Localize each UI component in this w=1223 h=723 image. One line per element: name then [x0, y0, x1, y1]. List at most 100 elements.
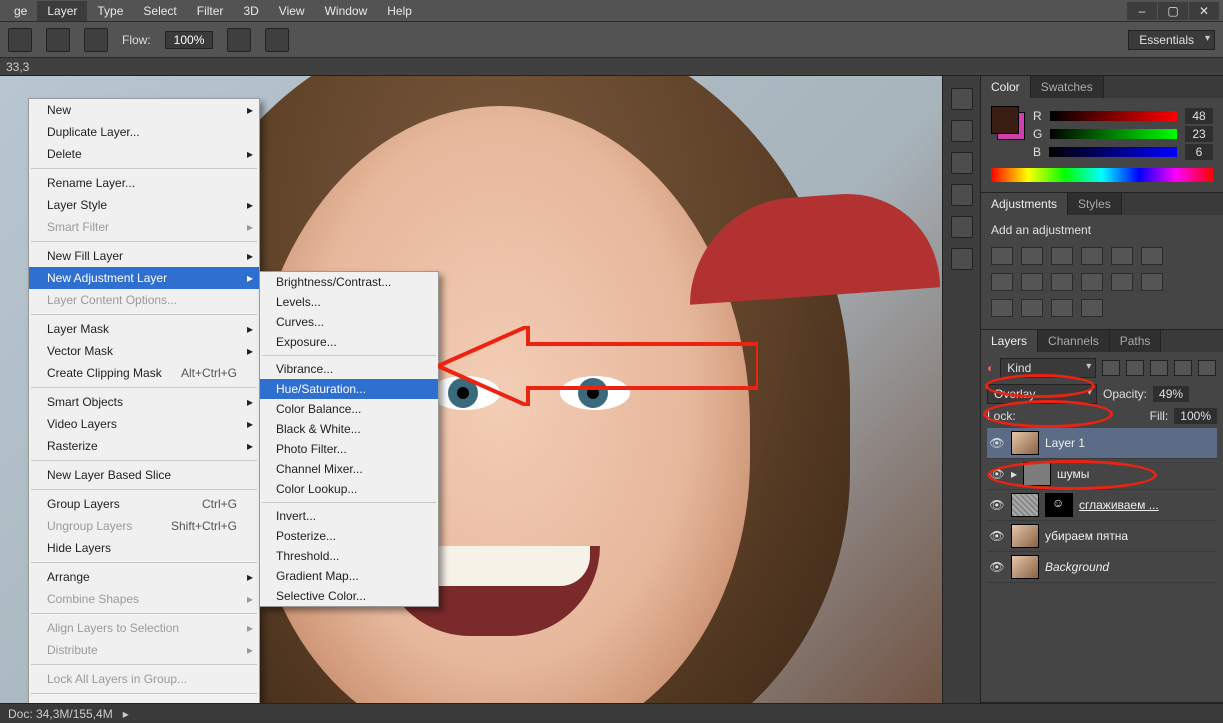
- adj-photofilter-icon[interactable]: [1051, 273, 1073, 291]
- submenu-item[interactable]: Gradient Map...: [260, 566, 438, 586]
- g-slider[interactable]: [1050, 129, 1177, 139]
- airbrush-icon[interactable]: [227, 28, 251, 52]
- menu-item[interactable]: Layer Mask: [29, 318, 259, 340]
- menu-item[interactable]: Rasterize: [29, 435, 259, 457]
- submenu-item[interactable]: Posterize...: [260, 526, 438, 546]
- menu-select[interactable]: Select: [133, 1, 186, 21]
- menu-item[interactable]: Rename Layer...: [29, 172, 259, 194]
- foreground-swatch[interactable]: [991, 106, 1019, 134]
- adj-invert-icon[interactable]: [1141, 273, 1163, 291]
- tool-preset-icon[interactable]: [8, 28, 32, 52]
- submenu-item[interactable]: Channel Mixer...: [260, 459, 438, 479]
- menu-item[interactable]: Hide Layers: [29, 537, 259, 559]
- actions-icon[interactable]: [951, 120, 973, 142]
- tab-adjustments[interactable]: Adjustments: [981, 193, 1068, 215]
- submenu-item[interactable]: Black & White...: [260, 419, 438, 439]
- menu-3d[interactable]: 3D: [233, 1, 268, 21]
- visibility-toggle-icon[interactable]: 👁: [989, 467, 1005, 481]
- adj-hue-icon[interactable]: [1141, 247, 1163, 265]
- visibility-toggle-icon[interactable]: 👁: [989, 529, 1005, 543]
- tab-styles[interactable]: Styles: [1068, 193, 1122, 215]
- adj-threshold-icon[interactable]: [1021, 299, 1043, 317]
- adj-posterize-icon[interactable]: [991, 299, 1013, 317]
- menu-item[interactable]: Arrange: [29, 566, 259, 588]
- status-flyout-icon[interactable]: ▸: [123, 707, 129, 721]
- menu-filter[interactable]: Filter: [187, 1, 234, 21]
- layer-thumbnail[interactable]: [1011, 555, 1039, 579]
- adj-bw-icon[interactable]: [1021, 273, 1043, 291]
- filter-shape-icon[interactable]: [1174, 360, 1192, 376]
- filter-smart-icon[interactable]: [1198, 360, 1216, 376]
- submenu-item[interactable]: Invert...: [260, 506, 438, 526]
- adj-selectivecolor-icon[interactable]: [1081, 299, 1103, 317]
- menu-item[interactable]: Layer Style: [29, 194, 259, 216]
- menu-window[interactable]: Window: [315, 1, 378, 21]
- layer-mask-thumbnail[interactable]: [1045, 493, 1073, 517]
- layer-thumbnail[interactable]: [1011, 524, 1039, 548]
- layer-thumbnail[interactable]: [1023, 462, 1051, 486]
- properties-icon[interactable]: [951, 152, 973, 174]
- layer-thumbnail[interactable]: [1011, 493, 1039, 517]
- layer-name[interactable]: Background: [1045, 560, 1215, 574]
- submenu-item[interactable]: Levels...: [260, 292, 438, 312]
- adj-brightness-icon[interactable]: [991, 247, 1013, 265]
- flow-value[interactable]: 100%: [165, 31, 214, 49]
- menu-item[interactable]: New Layer Based Slice: [29, 464, 259, 486]
- blend-mode-select[interactable]: Overlay: [987, 384, 1097, 404]
- menu-item[interactable]: Duplicate Layer...: [29, 121, 259, 143]
- brush-preset-icon[interactable]: [46, 28, 70, 52]
- history-icon[interactable]: [951, 88, 973, 110]
- adj-colorbalance-icon[interactable]: [991, 273, 1013, 291]
- fill-value[interactable]: 100%: [1174, 408, 1217, 424]
- r-slider[interactable]: [1050, 111, 1177, 121]
- info-icon[interactable]: [951, 248, 973, 270]
- menu-type[interactable]: Type: [87, 1, 133, 21]
- tablet-pressure-icon[interactable]: [265, 28, 289, 52]
- layer-row[interactable]: 👁убираем пятна: [987, 521, 1217, 552]
- adj-exposure-icon[interactable]: [1081, 247, 1103, 265]
- layer-name[interactable]: сглаживаем ...: [1079, 498, 1215, 512]
- adj-colorlookup-icon[interactable]: [1111, 273, 1133, 291]
- layer-name[interactable]: Layer 1: [1045, 436, 1215, 450]
- menu-item[interactable]: Video Layers: [29, 413, 259, 435]
- visibility-toggle-icon[interactable]: 👁: [989, 560, 1005, 574]
- submenu-item[interactable]: Photo Filter...: [260, 439, 438, 459]
- layer-thumbnail[interactable]: [1011, 431, 1039, 455]
- group-disclosure-icon[interactable]: ▸: [1011, 467, 1017, 481]
- submenu-item[interactable]: Curves...: [260, 312, 438, 332]
- menu-image[interactable]: ge: [4, 1, 37, 21]
- layer-row[interactable]: 👁 ▸ шумы: [987, 459, 1217, 490]
- adj-gradientmap-icon[interactable]: [1051, 299, 1073, 317]
- tab-swatches[interactable]: Swatches: [1031, 76, 1104, 98]
- filter-kind-select[interactable]: Kind: [1000, 358, 1096, 378]
- character-icon[interactable]: [951, 184, 973, 206]
- tab-channels[interactable]: Channels: [1038, 330, 1110, 352]
- visibility-toggle-icon[interactable]: 👁: [989, 436, 1005, 450]
- layer-name[interactable]: шумы: [1057, 467, 1215, 481]
- minimize-button[interactable]: –: [1127, 2, 1157, 20]
- menu-item[interactable]: Smart Objects: [29, 391, 259, 413]
- opacity-value[interactable]: 49%: [1153, 386, 1189, 402]
- maximize-button[interactable]: ▢: [1158, 2, 1188, 20]
- close-button[interactable]: ✕: [1189, 2, 1219, 20]
- layer-row[interactable]: 👁 Layer 1: [987, 428, 1217, 459]
- menu-item[interactable]: New Fill Layer: [29, 245, 259, 267]
- menu-item[interactable]: New Adjustment Layer: [29, 267, 259, 289]
- menu-layer[interactable]: Layer: [37, 1, 87, 21]
- submenu-item[interactable]: Brightness/Contrast...: [260, 272, 438, 292]
- adj-curves-icon[interactable]: [1051, 247, 1073, 265]
- brush-panel-icon[interactable]: [84, 28, 108, 52]
- tab-layers[interactable]: Layers: [981, 330, 1038, 352]
- menu-item[interactable]: Group LayersCtrl+G: [29, 493, 259, 515]
- submenu-item[interactable]: Color Balance...: [260, 399, 438, 419]
- paragraph-icon[interactable]: [951, 216, 973, 238]
- filter-pixel-icon[interactable]: [1102, 360, 1120, 376]
- adj-levels-icon[interactable]: [1021, 247, 1043, 265]
- workspace-switcher[interactable]: Essentials: [1128, 30, 1215, 50]
- filter-adjust-icon[interactable]: [1126, 360, 1144, 376]
- filter-type-icon[interactable]: [1150, 360, 1168, 376]
- submenu-item[interactable]: Threshold...: [260, 546, 438, 566]
- color-ramp[interactable]: [991, 168, 1213, 182]
- menu-item[interactable]: Delete: [29, 143, 259, 165]
- b-slider[interactable]: [1049, 147, 1177, 157]
